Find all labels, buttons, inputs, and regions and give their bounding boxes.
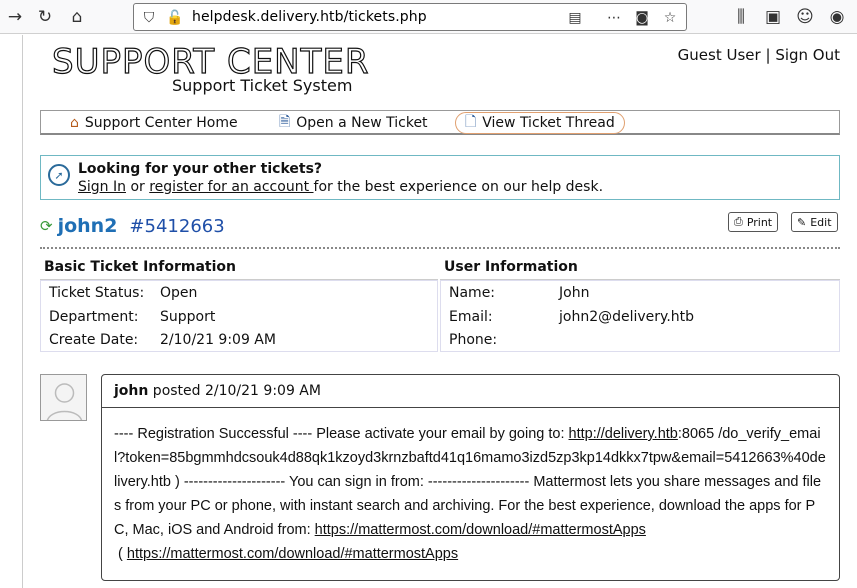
nav-new-ticket-label: Open a New Ticket — [296, 115, 428, 131]
notice-title: Looking for your other tickets? — [78, 161, 323, 177]
home-icon: ⌂ — [70, 115, 79, 131]
nav-home[interactable]: ⌂ Support Center Home — [70, 113, 238, 133]
print-label: Print — [746, 215, 773, 229]
sign-out-link[interactable]: Sign Out — [775, 46, 840, 64]
name-value: John — [559, 285, 590, 301]
page-actions-icon[interactable]: ⋯ — [604, 8, 624, 28]
delivery-link[interactable]: http://delivery.htb — [569, 426, 678, 442]
notice-or: or — [126, 179, 150, 195]
edit-label: Edit — [810, 215, 832, 229]
basic-info-heading: Basic Ticket Information — [44, 259, 236, 275]
library-icon[interactable]: ⫼ — [730, 6, 752, 28]
user-links: Guest User | Sign Out — [678, 46, 840, 64]
avatar — [40, 374, 87, 421]
print-icon: ⎙ — [734, 215, 743, 228]
thread-entry: john posted 2/10/21 9:09 AM ---- Registr… — [101, 374, 840, 581]
reader-view-icon[interactable]: ▤ — [565, 8, 585, 28]
notice-text: Sign In or register for an account for t… — [78, 179, 603, 195]
phone-label: Phone: — [449, 332, 498, 348]
department-label: Department: — [49, 309, 139, 325]
guest-user-label: Guest User — [677, 46, 761, 64]
url-text[interactable]: helpdesk.delivery.htb/tickets.php — [192, 9, 427, 25]
status-value: Open — [160, 285, 198, 301]
reload-icon[interactable]: ↻ — [34, 6, 56, 28]
ticket-number[interactable]: #5412663 — [129, 216, 224, 237]
nav-new-ticket[interactable]: 🗎 Open a New Ticket — [279, 113, 428, 133]
page-left-border — [22, 35, 23, 588]
document-icon: 🗋 — [465, 114, 477, 130]
ticket-heading: ⟳ john2 #5412663 — [40, 213, 225, 239]
thread-entry-body: ---- Registration Successful ---- Please… — [114, 422, 826, 566]
refresh-icon[interactable]: ⟳ — [40, 217, 53, 235]
mattermost-download-link[interactable]: https://mattermost.com/download/#matterm… — [315, 522, 646, 538]
other-tickets-notice: ➚ Looking for your other tickets? Sign I… — [40, 155, 840, 200]
thread-entry-meta: john posted 2/10/21 9:09 AM — [114, 383, 321, 399]
create-date-label: Create Date: — [49, 332, 139, 348]
name-label: Name: — [449, 285, 496, 301]
thread-posted: posted 2/10/21 9:09 AM — [148, 383, 321, 399]
edit-button[interactable]: ✎ Edit — [791, 212, 838, 232]
home-icon[interactable]: ⌂ — [66, 6, 88, 28]
ticket-divider — [40, 247, 840, 249]
url-bar[interactable]: ⛉ 🔓 helpdesk.delivery.htb/tickets.php ▤ … — [133, 3, 687, 31]
insecure-lock-icon[interactable]: 🔓 — [165, 8, 185, 28]
user-info-heading: User Information — [444, 259, 578, 275]
basic-info-table: Ticket Status: Open Department: Support … — [40, 280, 438, 352]
mattermost-download-link-2[interactable]: https://mattermost.com/download/#matterm… — [127, 546, 458, 562]
shield-icon[interactable]: ⛉ — [139, 8, 159, 28]
logo-subtitle: Support Ticket System — [172, 76, 353, 95]
email-value: john2@delivery.htb — [559, 309, 695, 325]
status-label: Ticket Status: — [49, 285, 145, 301]
user-links-separator: | — [765, 46, 771, 64]
new-document-icon: 🗎 — [279, 114, 291, 130]
department-value: Support — [160, 309, 216, 325]
account-icon[interactable]: ☺ — [794, 6, 816, 28]
bookmark-star-icon[interactable]: ☆ — [660, 8, 680, 28]
forward-icon[interactable]: → — [4, 6, 26, 28]
nav-view-thread-label: View Ticket Thread — [482, 115, 615, 131]
default-avatar-icon — [41, 375, 86, 420]
extension-icon[interactable]: ◉ — [826, 6, 848, 28]
ticket-user: john2 — [57, 215, 118, 237]
user-info-table: Name: John Email: john2@delivery.htb Pho… — [440, 280, 840, 352]
print-button[interactable]: ⎙ Print — [728, 212, 779, 232]
thread-author: john — [114, 383, 149, 399]
main-nav: ⌂ Support Center Home 🗎 Open a New Ticke… — [40, 110, 840, 135]
nav-view-thread[interactable]: 🗋 View Ticket Thread — [455, 112, 625, 134]
thread-text-1: ---- Registration Successful ---- Please… — [114, 426, 569, 442]
sidebar-icon[interactable]: ▣ — [762, 6, 784, 28]
thread-text-3: ( — [114, 546, 127, 562]
nav-home-label: Support Center Home — [84, 115, 238, 131]
browser-toolbar: → ↻ ⌂ ⛉ 🔓 helpdesk.delivery.htb/tickets.… — [0, 0, 857, 34]
compass-icon: ➚ — [48, 164, 70, 186]
notice-rest: for the best experience on our help desk… — [313, 179, 604, 195]
create-date-value: 2/10/21 9:09 AM — [160, 332, 276, 348]
email-label: Email: — [449, 309, 493, 325]
thread-entry-header: john posted 2/10/21 9:09 AM — [102, 375, 839, 408]
sign-in-link[interactable]: Sign In — [78, 179, 126, 195]
edit-icon: ✎ — [797, 215, 807, 229]
register-link[interactable]: register for an account — [149, 179, 313, 195]
pocket-icon[interactable]: ◙ — [632, 8, 652, 28]
